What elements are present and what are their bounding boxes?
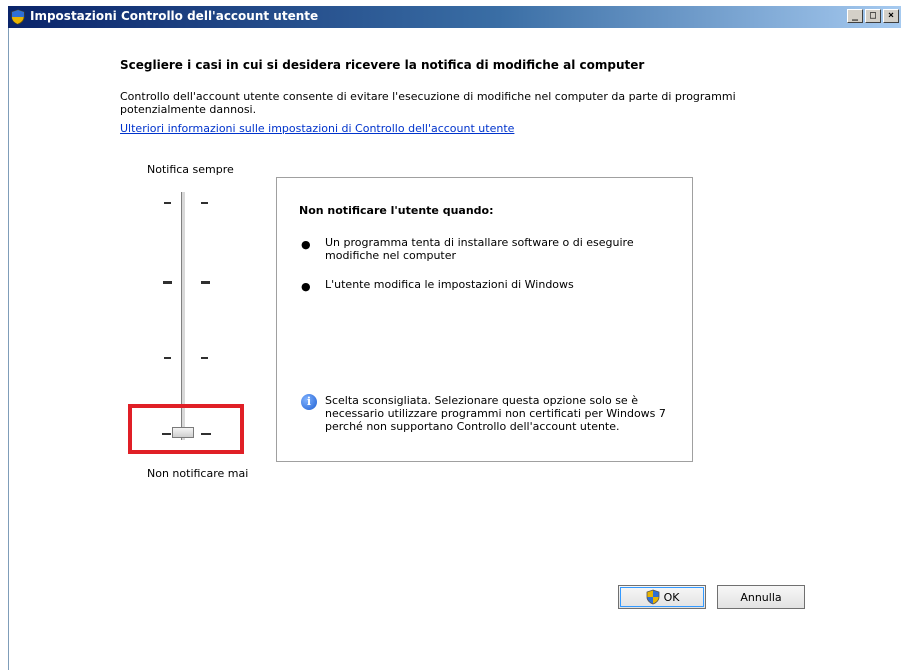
minimize-button[interactable]: _: [847, 9, 863, 23]
page-heading: Scegliere i casi in cui si desidera rice…: [120, 58, 645, 72]
maximize-button[interactable]: □: [865, 9, 881, 23]
bullet-icon: ●: [301, 280, 311, 293]
info-icon: i: [301, 394, 317, 410]
slider-bottom-label: Non notificare mai: [147, 467, 249, 480]
close-button[interactable]: ×: [883, 9, 899, 23]
slider-track[interactable]: [181, 192, 186, 440]
slider-tick-left-1: [164, 202, 171, 204]
cancel-button[interactable]: Annulla: [717, 585, 805, 609]
bullet-icon: ●: [301, 238, 311, 251]
slider-tick-right-3: [201, 357, 208, 359]
shield-icon: [11, 9, 25, 25]
slider-top-label: Notifica sempre: [147, 163, 234, 176]
window-border: [8, 28, 9, 670]
slider-tick-right-1: [201, 202, 208, 204]
title-bar[interactable]: Impostazioni Controllo dell'account uten…: [8, 6, 901, 28]
window-title: Impostazioni Controllo dell'account uten…: [30, 9, 319, 23]
bullet-text: L'utente modifica le impostazioni di Win…: [325, 278, 574, 291]
warning-note: Scelta sconsigliata. Selezionare questa …: [325, 394, 666, 433]
bullet-text: Un programma tenta di installare softwar…: [325, 236, 634, 262]
more-info-link[interactable]: Ulteriori informazioni sulle impostazion…: [120, 122, 514, 135]
slider-tick-right-2: [201, 281, 210, 284]
slider-tick-left-2: [163, 281, 172, 284]
ok-label: OK: [663, 590, 680, 604]
slider-tick-left-3: [164, 357, 171, 359]
window-controls: _ □ ×: [847, 9, 901, 25]
shield-icon: [646, 589, 659, 605]
description-text: Controllo dell'account utente consente d…: [120, 90, 736, 116]
panel-title: Non notificare l'utente quando:: [299, 204, 494, 217]
ok-button[interactable]: OK: [618, 585, 706, 609]
description-panel: Non notificare l'utente quando: ● Un pro…: [276, 177, 693, 462]
highlight-box: [128, 404, 244, 454]
